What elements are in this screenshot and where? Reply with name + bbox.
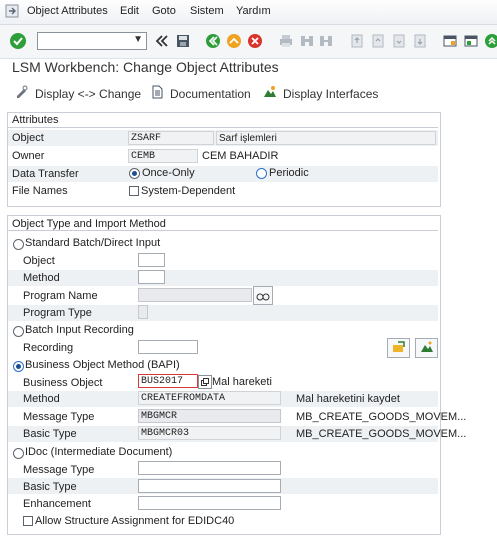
next-page-icon[interactable] xyxy=(389,31,409,51)
menu-object-attributes[interactable]: Object Attributes xyxy=(27,5,108,17)
object-description-field[interactable]: Sarf işlemleri xyxy=(216,131,436,145)
recording-display-button[interactable] xyxy=(415,338,438,358)
idoc-message-type-field[interactable] xyxy=(138,461,281,475)
sb-program-name-field[interactable] xyxy=(138,288,252,302)
last-page-icon[interactable] xyxy=(410,31,430,51)
standard-batch-radio[interactable] xyxy=(13,239,24,250)
mountain-icon xyxy=(420,341,434,356)
once-only-radio[interactable] xyxy=(129,168,140,179)
idoc-basic-type-field[interactable] xyxy=(138,479,281,493)
attributes-group-title: Attributes xyxy=(12,114,59,126)
bapi-business-object-field[interactable]: BUS2017 xyxy=(138,374,198,388)
import-method-group-title: Object Type and Import Method xyxy=(12,218,166,230)
recording-field[interactable] xyxy=(138,340,198,354)
sb-program-type-label: Program Type xyxy=(23,307,92,319)
exit-icon[interactable] xyxy=(224,31,244,51)
save-icon[interactable] xyxy=(173,31,193,51)
object-label: Object xyxy=(12,132,44,144)
bapi-method-desc: Mal hareketini kaydet xyxy=(296,393,400,405)
periodic-radio[interactable] xyxy=(256,168,267,179)
bapi-method-field[interactable]: CREATEFROMDATA xyxy=(138,391,281,405)
bapi-label: Business Object Method (BAPI) xyxy=(25,359,180,371)
first-page-icon[interactable] xyxy=(347,31,367,51)
idoc-label: IDoc (Intermediate Document) xyxy=(25,446,173,458)
display-change-button[interactable]: Display <-> Change xyxy=(15,85,141,102)
bapi-basic-type-field[interactable]: MBGMCR03 xyxy=(138,426,281,440)
bapi-message-type-desc: MB_CREATE_GOODS_MOVEM... xyxy=(296,411,467,423)
system-dependent-label: System-Dependent xyxy=(141,185,236,197)
back-icon[interactable] xyxy=(203,31,223,51)
bapi-business-object-label: Business Object xyxy=(23,377,103,389)
interfaces-icon xyxy=(263,85,277,102)
prev-page-icon[interactable] xyxy=(368,31,388,51)
batch-input-label: Batch Input Recording xyxy=(25,324,134,336)
find-next-icon[interactable] xyxy=(316,31,336,51)
find-icon[interactable] xyxy=(297,31,317,51)
system-dependent-checkbox[interactable] xyxy=(129,186,139,196)
pencil-glasses-icon xyxy=(15,85,29,102)
sb-object-label: Object xyxy=(23,255,55,267)
sb-method-label: Method xyxy=(23,272,60,284)
object-field[interactable]: ZSARF xyxy=(128,131,214,145)
cancel-icon[interactable] xyxy=(245,31,265,51)
periodic-label: Periodic xyxy=(269,167,309,179)
display-change-label: Display <-> Change xyxy=(35,86,142,101)
bapi-method-label: Method xyxy=(23,393,60,405)
folder-arrow-icon xyxy=(392,340,406,356)
bapi-basic-type-desc: MB_CREATE_GOODS_MOVEM... xyxy=(296,428,467,440)
idoc-enhancement-field[interactable] xyxy=(138,496,281,510)
menu-edit[interactable]: Edit xyxy=(120,5,139,17)
documentation-button[interactable]: Documentation xyxy=(150,85,251,102)
dropdown-arrow-icon[interactable]: ▼ xyxy=(133,34,143,45)
recording-overview-button[interactable] xyxy=(387,338,410,358)
sb-method-field[interactable] xyxy=(138,270,165,284)
batch-input-radio[interactable] xyxy=(13,326,24,337)
bapi-radio[interactable] xyxy=(13,361,24,372)
bapi-business-object-desc: Mal hareketi xyxy=(212,376,272,388)
owner-field[interactable]: CEMB xyxy=(128,149,198,163)
create-session-icon[interactable] xyxy=(440,31,460,51)
standard-batch-label: Standard Batch/Direct Input xyxy=(25,237,161,249)
bapi-basic-type-label: Basic Type xyxy=(23,428,77,440)
menu-sistem[interactable]: Sistem xyxy=(190,5,224,17)
print-icon[interactable] xyxy=(276,31,296,51)
display-interfaces-label: Display Interfaces xyxy=(283,86,379,101)
once-only-label: Once-Only xyxy=(142,167,195,179)
owner-label: Owner xyxy=(12,150,45,162)
idoc-radio[interactable] xyxy=(13,448,24,459)
command-field[interactable]: ▼ xyxy=(37,32,147,50)
menu-goto[interactable]: Goto xyxy=(152,5,176,17)
glasses-icon[interactable] xyxy=(253,286,273,305)
exit-menu-icon[interactable] xyxy=(5,4,19,18)
bapi-message-type-label: Message Type xyxy=(23,411,95,423)
sb-program-type-field[interactable] xyxy=(138,305,148,319)
idoc-basic-type-label: Basic Type xyxy=(23,481,77,493)
display-interfaces-button[interactable]: Display Interfaces xyxy=(263,85,378,102)
page-title: LSM Workbench: Change Object Attributes xyxy=(12,59,279,75)
owner-name: CEM BAHADIR xyxy=(202,150,279,162)
documentation-label: Documentation xyxy=(170,86,251,101)
menu-yardim[interactable]: Yardım xyxy=(236,5,271,17)
recording-label: Recording xyxy=(23,342,74,354)
back-double-icon[interactable] xyxy=(152,31,172,51)
idoc-message-type-label: Message Type xyxy=(23,464,95,476)
check-icon[interactable] xyxy=(8,31,28,51)
allow-structure-label: Allow Structure Assignment for EDIDC40 xyxy=(35,515,235,527)
data-transfer-label: Data Transfer xyxy=(12,168,79,180)
sb-program-name-label: Program Name xyxy=(23,290,98,302)
help-icon[interactable] xyxy=(482,31,497,51)
sb-object-field[interactable] xyxy=(138,253,165,267)
bapi-message-type-field[interactable]: MBGMCR xyxy=(138,409,281,423)
idoc-enhancement-label: Enhancement xyxy=(23,498,91,510)
document-icon xyxy=(150,85,164,102)
value-help-icon[interactable] xyxy=(198,375,212,389)
allow-structure-checkbox[interactable] xyxy=(23,516,33,526)
layout-icon[interactable] xyxy=(461,31,481,51)
file-names-label: File Names xyxy=(12,185,68,197)
